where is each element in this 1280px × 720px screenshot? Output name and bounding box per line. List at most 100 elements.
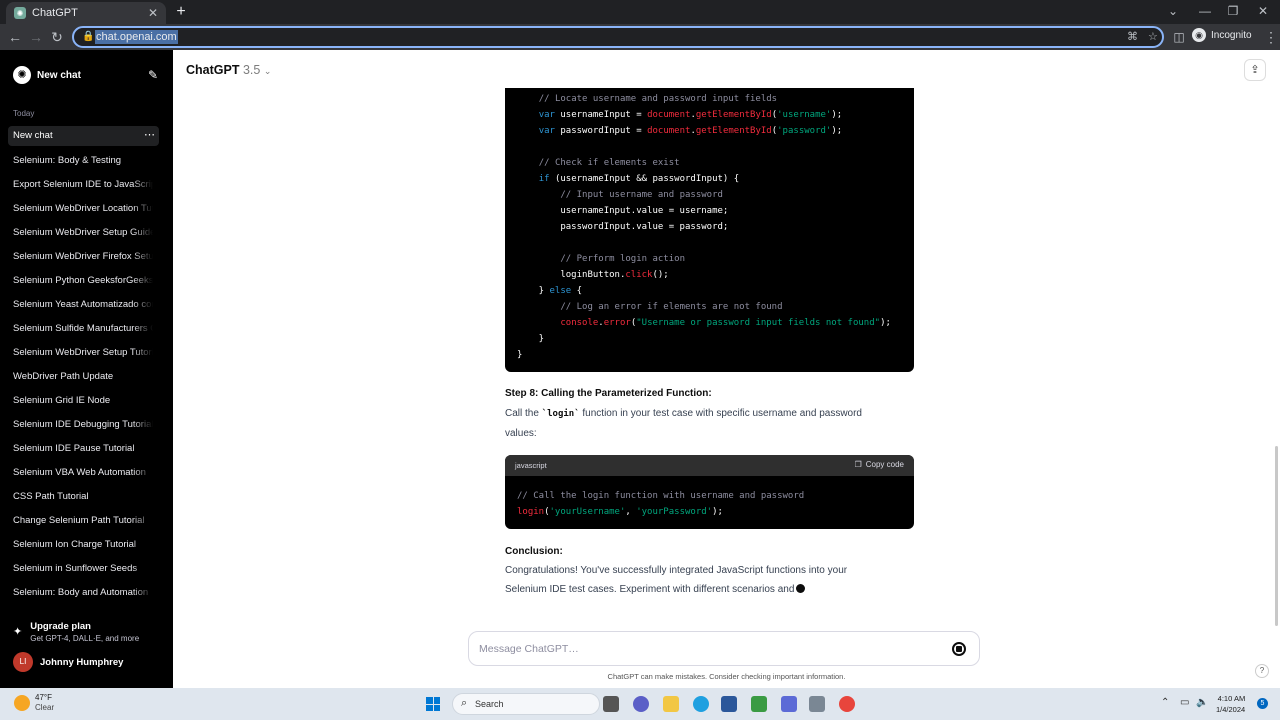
sidebar-chat-item[interactable]: Selenium: Body & Testing [13, 154, 153, 178]
taskbar-search[interactable]: ⌕ Search [452, 693, 600, 715]
step-heading: Step 8: Calling the Parameterized Functi… [505, 388, 712, 399]
side-panel-icon[interactable]: ◫ [1170, 28, 1188, 46]
help-button[interactable]: ? [1255, 664, 1269, 678]
network-icon[interactable]: ▭ [1180, 697, 1189, 708]
back-arrow-icon[interactable]: ← [6, 28, 24, 46]
code-block-javascript: javascript ❐ Copy code // Call the login… [505, 455, 914, 529]
sidebar-chat-item[interactable]: Selenium WebDriver Setup Guide [13, 226, 153, 250]
message-input[interactable] [479, 641, 929, 657]
upgrade-title: Upgrade plan [30, 621, 91, 632]
url-text[interactable]: chat.openai.com [95, 30, 178, 44]
chat-history-list: Selenium: Body & Testing Export Selenium … [13, 154, 153, 610]
sidebar-chat-item[interactable]: Selenium: Body and Automation [13, 586, 153, 610]
volume-icon[interactable]: 🔈 [1196, 697, 1208, 708]
code-language-label: javascript [515, 461, 547, 470]
bookmark-star-icon[interactable]: ☆ [1148, 30, 1158, 43]
user-menu[interactable]: LI Johnny Humphrey [13, 652, 123, 672]
weather-temp: 47°F [35, 693, 52, 702]
sidebar-chat-item[interactable]: Selenium IDE Pause Tutorial [13, 442, 153, 466]
browser-toolbar: ← → ↻ 🔒 chat.openai.com ⌘ ☆ ◫ ◉ Incognit… [0, 24, 1280, 50]
stop-generating-icon[interactable] [952, 642, 966, 656]
sidebar: ✺ New chat ✎ Today New chat ⋯ Selenium: … [0, 50, 173, 688]
sidebar-chat-item[interactable]: WebDriver Path Update [13, 370, 153, 394]
sidebar-chat-item[interactable]: Selenium VBA Web Automation [13, 466, 153, 490]
sidebar-chat-item[interactable]: Selenium Ion Charge Tutorial [13, 538, 153, 562]
sidebar-chat-item[interactable]: Selenium Sulfide Manufacturers G [13, 322, 153, 346]
minimize-button[interactable]: — [1190, 2, 1220, 20]
windows-start-icon[interactable] [426, 697, 440, 711]
weather-widget[interactable]: 47°F Clear [14, 693, 54, 713]
sidebar-chat-item[interactable]: Change Selenium Path Tutorial [13, 514, 153, 538]
sidebar-chat-item[interactable]: Selenium IDE Debugging Tutorial [13, 418, 153, 442]
share-icon: ⇪ [1250, 64, 1260, 76]
address-bar[interactable]: 🔒 chat.openai.com ⌘ ☆ [72, 26, 1164, 48]
clock-time: 4:10 AM [1217, 694, 1246, 703]
restore-button[interactable]: ❐ [1218, 2, 1248, 20]
sidebar-chat-item[interactable]: Selenium WebDriver Location Tutorial [13, 202, 153, 226]
incognito-label: Incognito [1211, 29, 1252, 41]
search-icon: ⌕ [461, 697, 468, 709]
sidebar-item-active[interactable]: New chat ⋯ [8, 126, 159, 146]
code-block-header: javascript ❐ Copy code [505, 455, 914, 476]
new-chat-button[interactable]: ✺ New chat ✎ [13, 65, 158, 85]
message-composer [468, 631, 980, 666]
edge-browser-icon[interactable] [693, 696, 709, 712]
tab-search-icon[interactable]: ⌄ [1158, 2, 1188, 20]
sidebar-chat-item[interactable]: Selenium Grid IE Node [13, 394, 153, 418]
new-chat-label: New chat [37, 69, 81, 81]
model-version: 3.5 [242, 63, 261, 77]
tab-close-icon[interactable]: ✕ [148, 6, 158, 20]
edit-icon[interactable]: ✎ [148, 68, 158, 82]
sidebar-chat-item[interactable]: Selenium in Sunflower Seeds [13, 562, 153, 586]
taskbar: 47°F Clear ⌕ Search ⌃ ▭ 🔈 4:10 AM 1/4/20… [0, 688, 1280, 720]
system-clock[interactable]: 4:10 AM 1/4/2024 [1216, 693, 1245, 715]
vpn-app-icon[interactable] [781, 696, 797, 712]
file-explorer-icon[interactable] [663, 696, 679, 712]
sidebar-chat-item[interactable]: Selenium WebDriver Setup Tutorial [13, 346, 153, 370]
incognito-indicator[interactable]: ◉ Incognito [1192, 28, 1252, 42]
chevron-up-icon[interactable]: ⌃ [1161, 697, 1169, 708]
model-selector[interactable]: ChatGPT 3.5 ⌄ [186, 63, 271, 77]
browser-tab[interactable]: ✺ ChatGPT ✕ [6, 2, 166, 24]
search-label: Search [475, 699, 504, 709]
notepad-icon[interactable] [751, 696, 767, 712]
share-button[interactable]: ⇪ [1244, 59, 1266, 81]
main-content: ChatGPT 3.5 ⌄ ⇪ // Locate username and p… [173, 50, 1280, 688]
task-view-icon[interactable] [603, 696, 619, 712]
browser-tab-bar: ✺ ChatGPT ✕ + ⌄ — ❐ ✕ [0, 0, 1280, 24]
clipboard-icon: ❐ [854, 460, 862, 469]
chatgpt-logo-icon: ✺ [13, 66, 31, 84]
conclusion-heading: Conclusion: [505, 546, 563, 557]
store-icon[interactable] [721, 696, 737, 712]
streaming-cursor-icon [796, 584, 806, 593]
sidebar-chat-item[interactable]: Selenium Python GeeksforGeeks [13, 274, 153, 298]
conclusion-paragraph: Congratulations! You've successfully int… [505, 561, 885, 599]
tab-title: ChatGPT [32, 7, 78, 19]
eye-off-icon[interactable]: ⌘ [1127, 30, 1138, 43]
code-block: // Locate username and password input fi… [505, 88, 914, 372]
inline-code: `login` [541, 409, 580, 419]
weather-condition: Clear [35, 703, 55, 712]
code-content: // Call the login function with username… [517, 491, 805, 517]
copy-code-button[interactable]: ❐ Copy code [855, 460, 904, 469]
upgrade-plan-button[interactable]: ✦ Upgrade plan Get GPT-4, DALL·E, and mo… [13, 621, 139, 644]
sidebar-chat-item[interactable]: Selenium Yeast Automatizado com [13, 298, 153, 322]
section-label-today: Today [13, 109, 35, 118]
step-paragraph: Call the `login` function in your test c… [505, 404, 895, 443]
sidebar-chat-item[interactable]: Selenium WebDriver Firefox Setup [13, 250, 153, 274]
notification-badge[interactable]: 5 [1257, 698, 1268, 709]
more-options-icon[interactable]: ⋯ [144, 128, 155, 141]
scrollbar[interactable] [1275, 446, 1278, 626]
incognito-icon: ◉ [1192, 28, 1206, 42]
snipping-tool-icon[interactable] [809, 696, 825, 712]
browser-menu-icon[interactable]: ⋮ [1262, 28, 1280, 46]
reload-icon[interactable]: ↻ [48, 28, 66, 46]
forward-arrow-icon[interactable]: → [27, 28, 45, 46]
sidebar-chat-item[interactable]: CSS Path Tutorial [13, 490, 153, 514]
chrome-browser-icon[interactable] [839, 696, 855, 712]
chat-app-icon[interactable] [633, 696, 649, 712]
new-tab-button[interactable]: + [172, 2, 190, 22]
close-window-button[interactable]: ✕ [1248, 2, 1278, 20]
sidebar-chat-item[interactable]: Export Selenium IDE to JavaScript [13, 178, 153, 202]
avatar: LI [13, 652, 33, 672]
